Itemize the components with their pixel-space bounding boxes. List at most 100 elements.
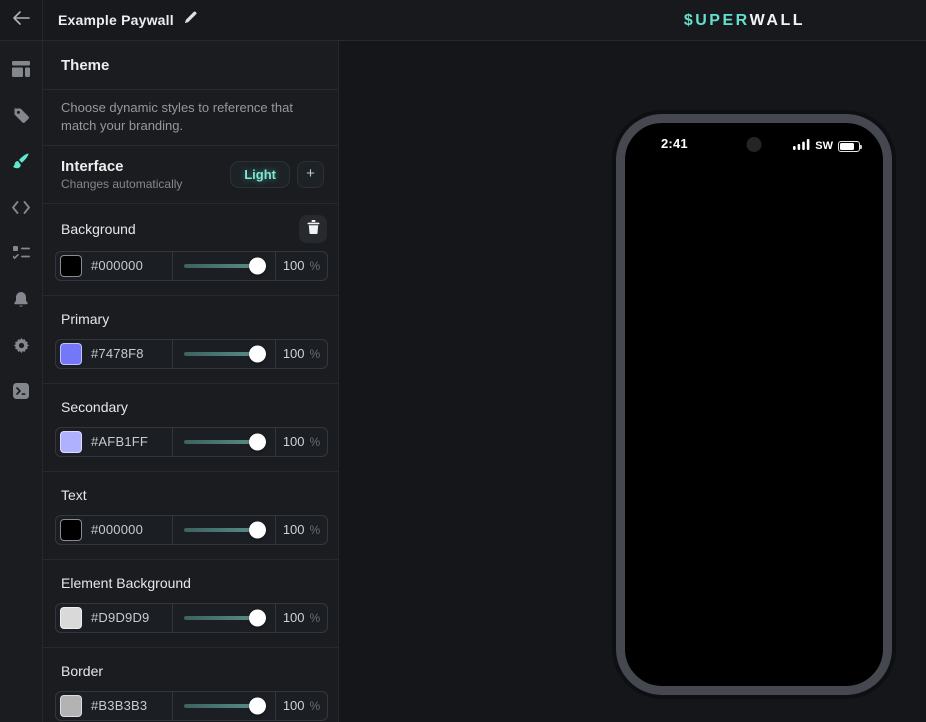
sidebar-item-checklist[interactable] <box>0 230 43 276</box>
opacity-slider[interactable] <box>172 516 276 544</box>
color-swatch[interactable] <box>60 607 82 629</box>
color-section-text: Text #000000 100 % <box>43 472 338 560</box>
opacity-field[interactable]: 100 % <box>276 340 327 368</box>
hex-input[interactable]: #000000 <box>56 252 172 280</box>
color-section-element-background: Element Background #D9D9D9 100 % <box>43 560 338 648</box>
opacity-slider[interactable] <box>172 428 276 456</box>
hex-value: #000000 <box>91 258 143 273</box>
slider-track <box>184 352 264 356</box>
slider-thumb[interactable] <box>249 609 266 626</box>
color-section-background: Background #000000 100 % <box>43 204 338 296</box>
preview-canvas: 2:41 SW <box>340 41 926 722</box>
camera-icon <box>747 137 762 152</box>
color-label: Element Background <box>61 575 191 591</box>
opacity-field[interactable]: 100 % <box>276 428 327 456</box>
color-row: #000000 100 % <box>55 515 328 545</box>
slider-thumb[interactable] <box>249 521 266 538</box>
interface-subtitle: Changes automatically <box>61 177 182 191</box>
icon-rail <box>0 41 43 722</box>
opacity-field[interactable]: 100 % <box>276 604 327 632</box>
hex-value: #AFB1FF <box>91 434 148 449</box>
battery-icon <box>838 141 860 152</box>
back-arrow-icon <box>12 11 30 30</box>
opacity-value: 100 <box>283 698 305 713</box>
hex-input[interactable]: #000000 <box>56 516 172 544</box>
delete-color-button[interactable] <box>299 215 327 243</box>
hex-value: #7478F8 <box>91 346 144 361</box>
slider-thumb[interactable] <box>249 257 266 274</box>
hex-input[interactable]: #B3B3B3 <box>56 692 172 720</box>
opacity-unit: % <box>310 699 321 713</box>
slider-thumb[interactable] <box>249 433 266 450</box>
color-row: #000000 100 % <box>55 251 328 281</box>
sidebar-item-settings[interactable] <box>0 322 43 368</box>
opacity-unit: % <box>310 523 321 537</box>
opacity-value: 100 <box>283 258 305 273</box>
panel-title: Theme <box>61 57 320 74</box>
color-section-border: Border #B3B3B3 100 % <box>43 648 338 722</box>
hex-input[interactable]: #D9D9D9 <box>56 604 172 632</box>
edit-pencil-icon[interactable] <box>184 11 197 29</box>
trash-icon <box>307 220 320 237</box>
slider-track <box>184 616 264 620</box>
hex-input[interactable]: #7478F8 <box>56 340 172 368</box>
sidebar-item-theme[interactable] <box>0 138 43 184</box>
color-row: #B3B3B3 100 % <box>55 691 328 721</box>
opacity-field[interactable]: 100 % <box>276 252 327 280</box>
sidebar-item-layout[interactable] <box>0 46 43 92</box>
back-button[interactable] <box>0 0 43 40</box>
opacity-slider[interactable] <box>172 252 276 280</box>
slider-track <box>184 440 264 444</box>
paywall-title: Example Paywall <box>58 12 174 28</box>
opacity-unit: % <box>310 347 321 361</box>
interface-section: Interface Changes automatically Light + <box>43 146 338 204</box>
interface-mode-button[interactable]: Light <box>230 161 290 188</box>
checklist-icon <box>13 246 30 260</box>
sidebar-item-code[interactable] <box>0 184 43 230</box>
logo-rest: WALL <box>750 12 805 30</box>
color-section-primary: Primary #7478F8 100 % <box>43 296 338 384</box>
phone-mockup: 2:41 SW <box>612 110 896 699</box>
hex-input[interactable]: #AFB1FF <box>56 428 172 456</box>
slider-track <box>184 528 264 532</box>
color-swatch[interactable] <box>60 431 82 453</box>
interface-title: Interface <box>61 158 182 175</box>
opacity-slider[interactable] <box>172 604 276 632</box>
color-swatch[interactable] <box>60 343 82 365</box>
sidebar-item-console[interactable] <box>0 368 43 414</box>
code-icon <box>12 201 30 214</box>
color-swatch[interactable] <box>60 695 82 717</box>
color-label: Secondary <box>61 399 128 415</box>
hex-value: #000000 <box>91 522 143 537</box>
opacity-field[interactable]: 100 % <box>276 692 327 720</box>
add-interface-button[interactable]: + <box>297 161 324 188</box>
opacity-slider[interactable] <box>172 692 276 720</box>
topbar: Example Paywall $UPERWALL <box>0 0 926 41</box>
bell-icon <box>13 291 29 308</box>
opacity-slider[interactable] <box>172 340 276 368</box>
description-text: Choose dynamic styles to reference that … <box>61 99 320 135</box>
opacity-value: 100 <box>283 434 305 449</box>
color-swatch[interactable] <box>60 255 82 277</box>
color-label: Text <box>61 487 87 503</box>
slider-thumb[interactable] <box>249 697 266 714</box>
opacity-field[interactable]: 100 % <box>276 516 327 544</box>
status-time: 2:41 <box>661 136 688 151</box>
paintbrush-icon <box>12 152 30 170</box>
sidebar-item-notifications[interactable] <box>0 276 43 322</box>
phone-statusbar: 2:41 SW <box>625 134 883 156</box>
opacity-unit: % <box>310 611 321 625</box>
color-swatch[interactable] <box>60 519 82 541</box>
panel-header: Theme <box>43 41 338 90</box>
color-label: Background <box>61 221 136 237</box>
sidebar-item-products[interactable] <box>0 92 43 138</box>
phone-screen[interactable]: 2:41 SW <box>616 114 892 695</box>
slider-thumb[interactable] <box>249 345 266 362</box>
hex-value: #D9D9D9 <box>91 610 150 625</box>
logo-accent: $UPER <box>684 12 750 30</box>
color-row: #D9D9D9 100 % <box>55 603 328 633</box>
signal-bars-icon <box>793 137 810 155</box>
slider-track <box>184 704 264 708</box>
opacity-value: 100 <box>283 610 305 625</box>
color-row: #AFB1FF 100 % <box>55 427 328 457</box>
